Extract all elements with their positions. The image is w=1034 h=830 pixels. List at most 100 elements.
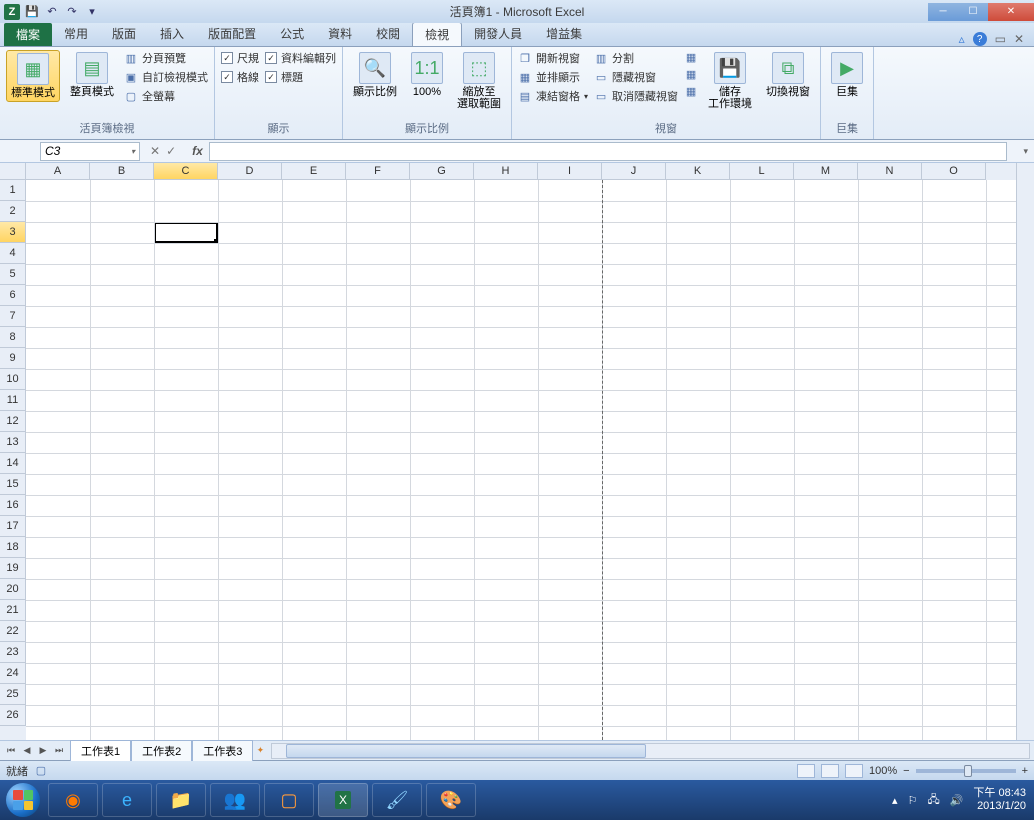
zoom-slider[interactable] [916, 769, 1016, 773]
page-break-preview-button[interactable]: ▥分頁預覽 [124, 50, 208, 66]
col-header-N[interactable]: N [858, 163, 922, 180]
fx-icon[interactable]: fx [186, 144, 209, 158]
hide-window-button[interactable]: ▭隱藏視窗 [594, 69, 678, 85]
name-box[interactable]: C3 ▾ [40, 142, 140, 161]
undo-icon[interactable]: ↶ [44, 4, 60, 20]
row-header-15[interactable]: 15 [0, 474, 26, 495]
row-header-11[interactable]: 11 [0, 390, 26, 411]
redo-icon[interactable]: ↷ [64, 4, 80, 20]
cells-area[interactable] [26, 180, 1016, 740]
task-app[interactable]: ▢ [264, 783, 314, 817]
custom-views-button[interactable]: ▣自訂檢視模式 [124, 69, 208, 85]
row-header-20[interactable]: 20 [0, 579, 26, 600]
formula-bar-checkbox[interactable]: ✓資料編輯列 [265, 50, 336, 66]
row-header-18[interactable]: 18 [0, 537, 26, 558]
task-explorer[interactable]: 📁 [156, 783, 206, 817]
help-icon[interactable]: ? [973, 32, 987, 46]
col-header-F[interactable]: F [346, 163, 410, 180]
task-media-player[interactable]: ◉ [48, 783, 98, 817]
formula-input[interactable] [209, 142, 1008, 161]
col-header-L[interactable]: L [730, 163, 794, 180]
col-header-I[interactable]: I [538, 163, 602, 180]
vertical-scrollbar[interactable] [1016, 163, 1034, 740]
reset-window-button[interactable]: ▦ [684, 67, 698, 81]
tray-volume-icon[interactable]: 🔊 [950, 794, 964, 807]
sheet-last-icon[interactable]: ⏭ [52, 744, 66, 758]
ruler-checkbox[interactable]: ✓尺規 [221, 50, 259, 66]
task-people[interactable]: 👥 [210, 783, 260, 817]
col-header-D[interactable]: D [218, 163, 282, 180]
tab-資料[interactable]: 資料 [316, 22, 364, 46]
new-sheet-icon[interactable]: ✦ [253, 744, 267, 758]
tray-clock[interactable]: 下午 08:43 2013/1/20 [973, 787, 1026, 813]
tab-版面配置[interactable]: 版面配置 [196, 22, 268, 46]
row-header-17[interactable]: 17 [0, 516, 26, 537]
col-header-B[interactable]: B [90, 163, 154, 180]
row-header-3[interactable]: 3 [0, 222, 26, 243]
compare-button[interactable]: ▦ [684, 84, 698, 98]
switch-windows-button[interactable]: ⧉ 切換視窗 [762, 50, 814, 100]
col-header-A[interactable]: A [26, 163, 90, 180]
row-header-25[interactable]: 25 [0, 684, 26, 705]
row-header-19[interactable]: 19 [0, 558, 26, 579]
row-header-12[interactable]: 12 [0, 411, 26, 432]
row-header-21[interactable]: 21 [0, 600, 26, 621]
col-header-H[interactable]: H [474, 163, 538, 180]
tray-flag-icon[interactable]: ⚐ [908, 794, 918, 807]
row-header-4[interactable]: 4 [0, 243, 26, 264]
view-page-break-icon[interactable] [845, 764, 863, 778]
view-page-layout-icon[interactable] [821, 764, 839, 778]
macros-button[interactable]: ▶ 巨集 [827, 50, 867, 100]
name-box-dropdown-icon[interactable]: ▾ [131, 147, 135, 156]
select-all-corner[interactable] [0, 163, 26, 180]
col-header-C[interactable]: C [154, 163, 218, 180]
task-excel[interactable]: X [318, 783, 368, 817]
tray-show-hidden-icon[interactable]: ▴ [892, 794, 898, 807]
new-window-button[interactable]: ❐開新視窗 [518, 50, 588, 66]
row-header-14[interactable]: 14 [0, 453, 26, 474]
doc-close-icon[interactable]: ✕ [1014, 32, 1024, 46]
accept-formula-icon[interactable]: ✓ [166, 144, 176, 158]
page-layout-button[interactable]: ▤ 整頁模式 [66, 50, 118, 100]
gridlines-checkbox[interactable]: ✓格線 [221, 69, 259, 85]
cancel-formula-icon[interactable]: ✕ [150, 144, 160, 158]
horizontal-scrollbar[interactable] [271, 743, 1030, 759]
minimize-button[interactable]: ─ [928, 3, 958, 21]
col-header-M[interactable]: M [794, 163, 858, 180]
save-icon[interactable]: 💾 [24, 4, 40, 20]
row-header-13[interactable]: 13 [0, 432, 26, 453]
expand-formula-icon[interactable]: ▾ [1023, 146, 1034, 157]
save-workspace-button[interactable]: 💾 儲存 工作環境 [704, 50, 756, 112]
row-header-10[interactable]: 10 [0, 369, 26, 390]
row-header-23[interactable]: 23 [0, 642, 26, 663]
tab-版面[interactable]: 版面 [100, 22, 148, 46]
ribbon-options-icon[interactable]: ▭ [995, 32, 1006, 46]
macro-record-icon[interactable]: ▢ [34, 764, 48, 778]
unhide-window-button[interactable]: ▭取消隱藏視窗 [594, 88, 678, 104]
qat-more-icon[interactable]: ▾ [84, 4, 100, 20]
tray-network-icon[interactable]: 🖧 [927, 791, 939, 810]
row-header-16[interactable]: 16 [0, 495, 26, 516]
tab-檢視[interactable]: 檢視 [412, 22, 462, 46]
hscroll-thumb[interactable] [286, 744, 646, 758]
minimize-ribbon-icon[interactable]: ▵ [959, 32, 965, 46]
full-screen-button[interactable]: ▢全螢幕 [124, 88, 208, 104]
zoom-out-icon[interactable]: − [903, 765, 909, 777]
task-paint[interactable]: 🖌 [372, 783, 422, 817]
row-header-2[interactable]: 2 [0, 201, 26, 222]
sheet-next-icon[interactable]: ▶ [36, 744, 50, 758]
zoom-in-icon[interactable]: + [1022, 765, 1028, 777]
tab-校閱[interactable]: 校閱 [364, 22, 412, 46]
row-header-5[interactable]: 5 [0, 264, 26, 285]
task-palette[interactable]: 🎨 [426, 783, 476, 817]
tab-插入[interactable]: 插入 [148, 22, 196, 46]
row-header-9[interactable]: 9 [0, 348, 26, 369]
tab-常用[interactable]: 常用 [52, 22, 100, 46]
sheet-prev-icon[interactable]: ◀ [20, 744, 34, 758]
task-ie[interactable]: e [102, 783, 152, 817]
normal-view-button[interactable]: ▦ 標準模式 [6, 50, 60, 102]
tab-公式[interactable]: 公式 [268, 22, 316, 46]
maximize-button[interactable]: ☐ [958, 3, 988, 21]
row-header-24[interactable]: 24 [0, 663, 26, 684]
freeze-panes-button[interactable]: ▤凍結窗格 ▾ [518, 88, 588, 104]
